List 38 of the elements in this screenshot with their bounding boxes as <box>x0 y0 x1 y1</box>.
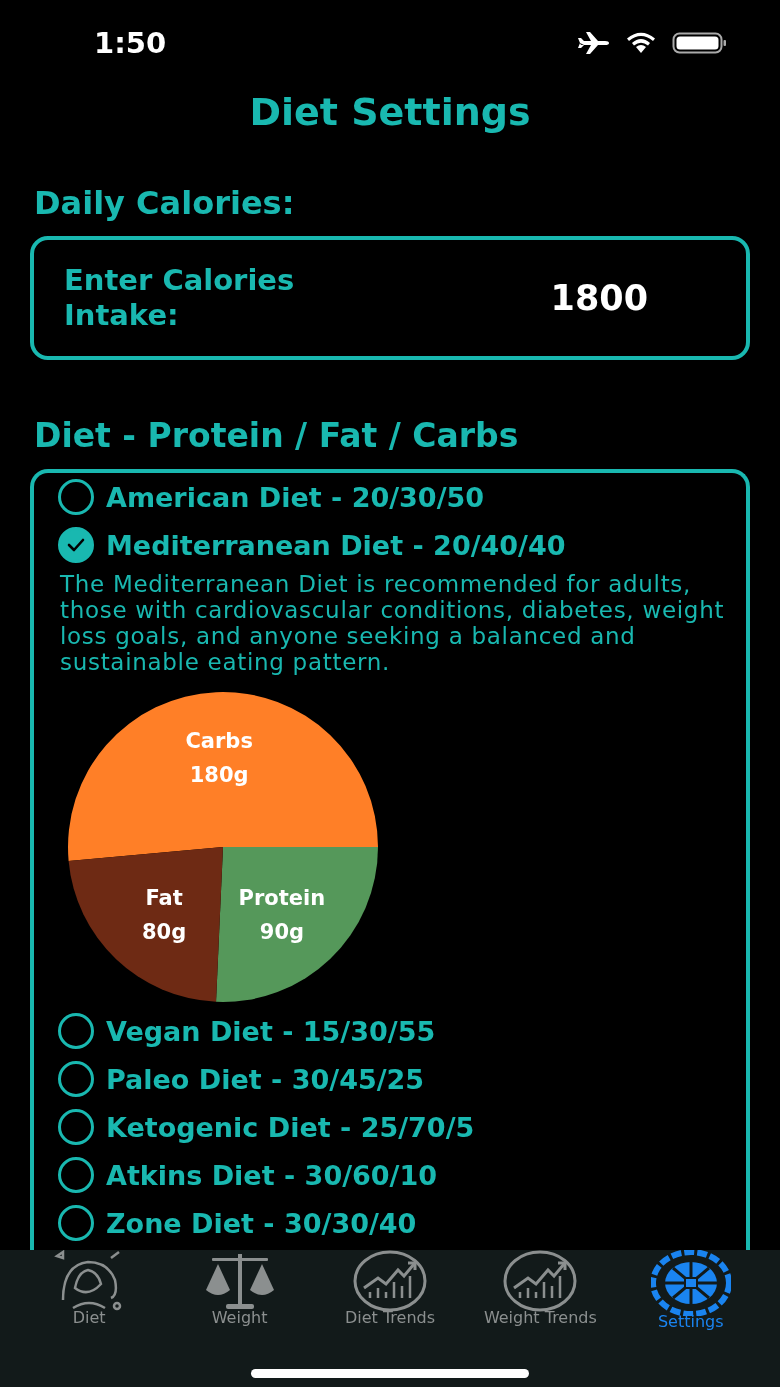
tab-item[interactable]: Diet Trends <box>314 1250 465 1331</box>
radio-button[interactable] <box>58 1109 94 1145</box>
airplane-icon <box>578 31 610 55</box>
slice-label: Carbs <box>185 728 253 753</box>
diet-option[interactable]: Zone Diet - 30/30/40 <box>58 1199 726 1247</box>
section-heading: Diet - Protein / Fat / Carbs <box>34 416 520 455</box>
diet-option[interactable]: Ketogenic Diet - 25/70/5 <box>58 1103 726 1151</box>
slice-label: Protein <box>238 885 326 910</box>
calories-label: Enter Calories Intake: <box>64 263 296 333</box>
diet-option[interactable]: American Diet - 20/30/50 <box>58 473 726 521</box>
slice-value: 90g <box>259 919 305 944</box>
diet-option[interactable]: Atkins Diet - 30/60/10 <box>58 1151 726 1199</box>
status-time: 1:50 <box>94 26 167 60</box>
check-icon <box>66 537 86 553</box>
diet-description: The Mediterranean Diet is recommended for adults, those with cardiovascular conditions, diabetes, weight loss goals, and anyone seeking a balanced and sustainable eating pattern. <box>60 571 726 675</box>
diet-option[interactable]: Mediterranean Diet - 20/40/40 <box>58 521 726 569</box>
section-heading: Daily Calories: <box>34 184 296 222</box>
diet-option[interactable]: Paleo Diet - 30/45/25 <box>58 1055 726 1103</box>
page-title: Diet Settings <box>248 90 532 134</box>
radio-button[interactable] <box>58 527 94 563</box>
tab-item[interactable]: Weight Trends <box>465 1250 616 1331</box>
trend-chart-icon <box>502 1250 579 1312</box>
calories-input[interactable]: 1800 <box>538 278 648 318</box>
diet-option[interactable]: Vegan Diet - 15/30/55 <box>58 1007 726 1055</box>
slice-value: 80g <box>141 919 187 944</box>
radio-button[interactable] <box>58 479 94 515</box>
radio-button[interactable] <box>58 1061 94 1097</box>
wifi-icon <box>624 31 658 55</box>
radio-button[interactable] <box>58 1205 94 1241</box>
radio-button[interactable] <box>58 1013 94 1049</box>
battery-icon <box>672 31 728 55</box>
tab-item[interactable]: Settings <box>615 1250 766 1331</box>
tab-item[interactable]: Diet <box>14 1250 165 1331</box>
slice-value: 180g <box>189 762 249 787</box>
slice-label: Fat <box>145 885 183 910</box>
trend-chart-icon <box>351 1250 428 1312</box>
tab-item[interactable]: Weight <box>164 1250 315 1331</box>
radio-button[interactable] <box>58 1157 94 1193</box>
